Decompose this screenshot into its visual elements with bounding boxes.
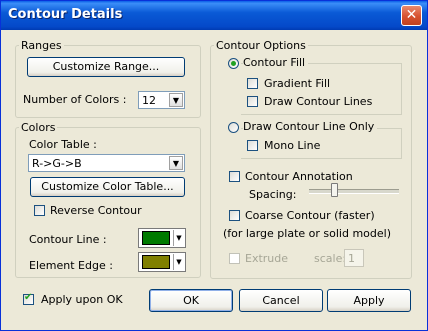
scale-label: scale: xyxy=(314,252,347,265)
contour-line-color-picker[interactable]: ▼ xyxy=(138,228,186,248)
apply-upon-ok-checkbox[interactable] xyxy=(23,292,34,305)
gradient-fill-label: Gradient Fill xyxy=(264,77,331,90)
apply-upon-ok-label: Apply upon OK xyxy=(41,293,123,306)
draw-line-only-label: Draw Contour Line Only xyxy=(243,120,378,133)
color-table-value: R->G->B xyxy=(32,157,82,170)
chevron-down-icon[interactable]: ▼ xyxy=(173,230,184,246)
contour-fill-label: Contour Fill xyxy=(243,56,309,69)
coarse-contour-label: Coarse Contour (faster) xyxy=(245,209,375,222)
draw-contour-lines-label: Draw Contour Lines xyxy=(264,95,373,108)
apply-button[interactable]: Apply xyxy=(327,289,411,312)
contour-annotation-label: Contour Annotation xyxy=(245,170,353,183)
number-of-colors-label: Number of Colors : xyxy=(23,93,127,106)
draw-line-only-radio[interactable] xyxy=(228,122,239,133)
colors-legend: Colors xyxy=(21,121,56,134)
spacing-label: Spacing: xyxy=(249,188,297,201)
mono-line-checkbox[interactable] xyxy=(247,140,258,151)
contour-fill-radio[interactable] xyxy=(228,58,239,69)
window-title: Contour Details xyxy=(8,7,123,22)
coarse-contour-note: (for large plate or solid model) xyxy=(223,227,391,240)
element-edge-label: Element Edge : xyxy=(29,259,113,272)
spacing-slider-track[interactable] xyxy=(309,189,399,194)
extrude-checkbox[interactable] xyxy=(229,253,240,264)
scale-value: 1 xyxy=(348,252,355,265)
customize-color-table-button[interactable]: Customize Color Table... xyxy=(30,177,185,197)
gradient-fill-checkbox[interactable] xyxy=(247,78,258,89)
contour-options-legend: Contour Options xyxy=(216,39,306,52)
color-table-select[interactable]: R->G->B ▼ xyxy=(28,154,185,172)
reverse-contour-checkbox[interactable] xyxy=(34,205,45,216)
coarse-contour-checkbox[interactable] xyxy=(229,210,240,221)
number-of-colors-select[interactable]: 12 ▼ xyxy=(138,91,185,109)
scale-input[interactable]: 1 xyxy=(344,249,364,267)
ok-button[interactable]: OK xyxy=(149,289,233,312)
chevron-down-icon[interactable]: ▼ xyxy=(173,254,184,270)
number-of-colors-value: 12 xyxy=(142,94,156,107)
ranges-legend: Ranges xyxy=(21,39,62,52)
chevron-down-icon[interactable]: ▼ xyxy=(169,93,183,107)
contour-line-label: Contour Line : xyxy=(29,233,107,246)
contour-details-dialog: Contour Details ✕ Ranges Customize Range… xyxy=(0,0,428,331)
element-edge-color-swatch xyxy=(142,255,170,269)
contour-line-color-swatch xyxy=(142,231,170,245)
element-edge-color-picker[interactable]: ▼ xyxy=(138,252,186,272)
cancel-button[interactable]: Cancel xyxy=(239,289,323,312)
spacing-slider-thumb[interactable] xyxy=(331,183,338,197)
draw-contour-lines-checkbox[interactable] xyxy=(247,96,258,107)
title-bar[interactable]: Contour Details ✕ xyxy=(1,1,427,30)
chevron-down-icon[interactable]: ▼ xyxy=(169,156,183,170)
mono-line-label: Mono Line xyxy=(264,139,321,152)
color-table-label: Color Table : xyxy=(29,138,97,151)
extrude-label: Extrude xyxy=(245,252,289,265)
reverse-contour-label: Reverse Contour xyxy=(50,204,142,217)
customize-range-button[interactable]: Customize Range... xyxy=(27,57,185,77)
close-button[interactable]: ✕ xyxy=(401,5,422,26)
contour-annotation-checkbox[interactable] xyxy=(229,171,240,182)
